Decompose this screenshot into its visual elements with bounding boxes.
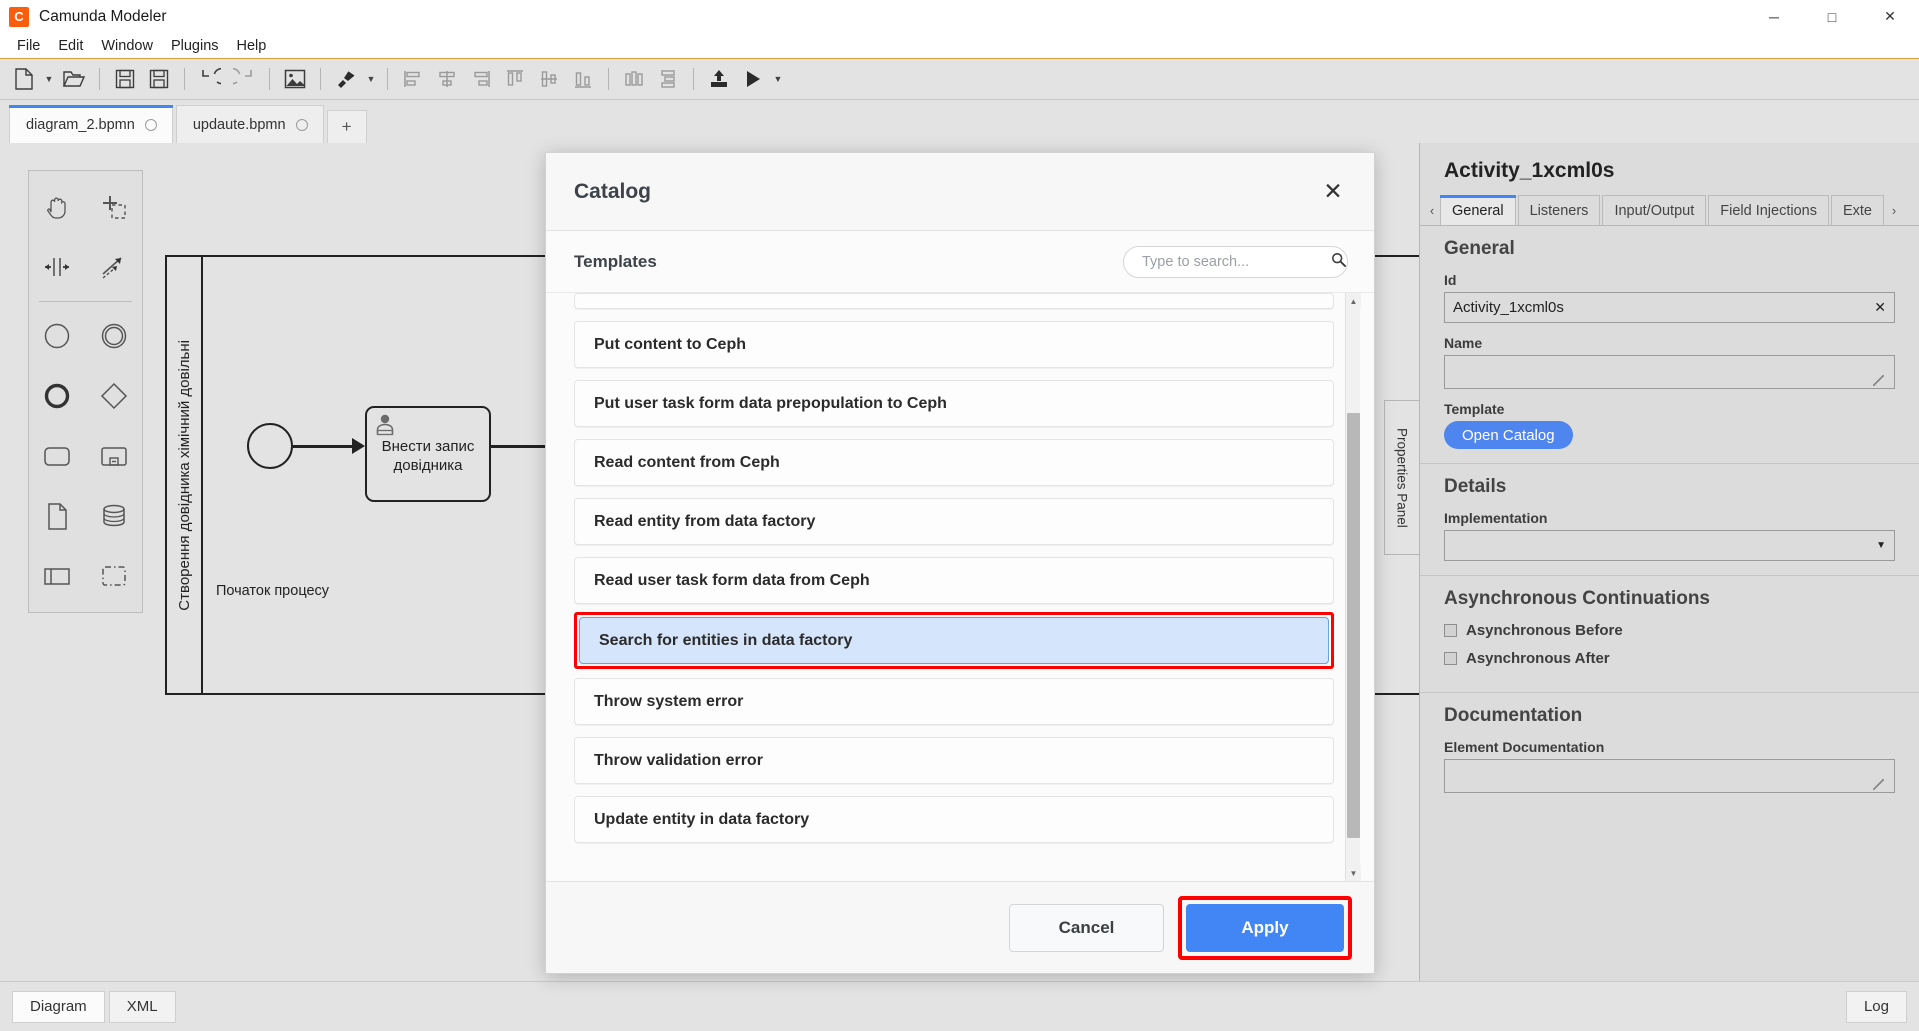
list-item[interactable]: Read entity from data factory [574, 498, 1334, 545]
app-root: C Camunda Modeler ─ □ ✕ File Edit Window… [0, 0, 1919, 1031]
list-item-label: Read entity from data factory [594, 512, 816, 530]
list-item[interactable]: Update entity in data factory [574, 796, 1334, 843]
list-item[interactable]: Read user task form data from Ceph [574, 557, 1334, 604]
list-item-label: Throw validation error [594, 751, 763, 769]
selected-template-highlight: Search for entities in data factory [574, 612, 1334, 669]
apply-button-highlight: Apply [1178, 895, 1352, 960]
apply-button[interactable]: Apply [1186, 903, 1344, 952]
templates-list[interactable]: Put content to Ceph Put user task form d… [574, 293, 1334, 881]
list-item[interactable]: Put user task form data prepopulation to… [574, 380, 1334, 427]
catalog-dialog-footer: Cancel Apply [546, 881, 1374, 973]
catalog-dialog-title: Catalog [574, 179, 652, 203]
cancel-button[interactable]: Cancel [1009, 903, 1164, 952]
modal-overlay: Catalog ✕ Templates Put [0, 0, 1919, 1031]
list-item-label: Put user task form data prepopulation to… [594, 394, 947, 412]
scroll-up-icon[interactable]: ▲ [1346, 293, 1361, 309]
list-item[interactable]: Throw system error [574, 678, 1334, 725]
list-item-label: Read user task form data from Ceph [594, 571, 870, 589]
scrollbar-thumb[interactable] [1347, 413, 1360, 838]
close-icon[interactable]: ✕ [1318, 177, 1348, 207]
list-item[interactable]: Put content to Ceph [574, 321, 1334, 368]
search-input[interactable] [1140, 252, 1331, 271]
catalog-dialog-header: Catalog ✕ [546, 153, 1374, 231]
list-item-label: Read content from Ceph [594, 453, 780, 471]
templates-scrollbar[interactable]: ▲ ▼ [1345, 293, 1361, 881]
catalog-dialog: Catalog ✕ Templates Put [545, 152, 1375, 974]
list-item[interactable]: Throw validation error [574, 737, 1334, 784]
list-item-label: Update entity in data factory [594, 810, 810, 828]
scroll-down-icon[interactable]: ▼ [1346, 865, 1361, 881]
list-item-label: Search for entities in data factory [599, 631, 853, 649]
list-item[interactable] [574, 293, 1334, 309]
list-item-label: Put content to Ceph [594, 335, 746, 353]
catalog-templates-header: Templates [546, 231, 1374, 293]
list-item-selected[interactable]: Search for entities in data factory [579, 617, 1329, 664]
catalog-dialog-body: Put content to Ceph Put user task form d… [546, 293, 1374, 881]
list-item-label: Throw system error [594, 692, 744, 710]
search-icon[interactable] [1331, 252, 1346, 272]
search-box[interactable] [1123, 245, 1348, 278]
templates-section-title: Templates [574, 251, 657, 271]
list-item[interactable]: Read content from Ceph [574, 439, 1334, 486]
